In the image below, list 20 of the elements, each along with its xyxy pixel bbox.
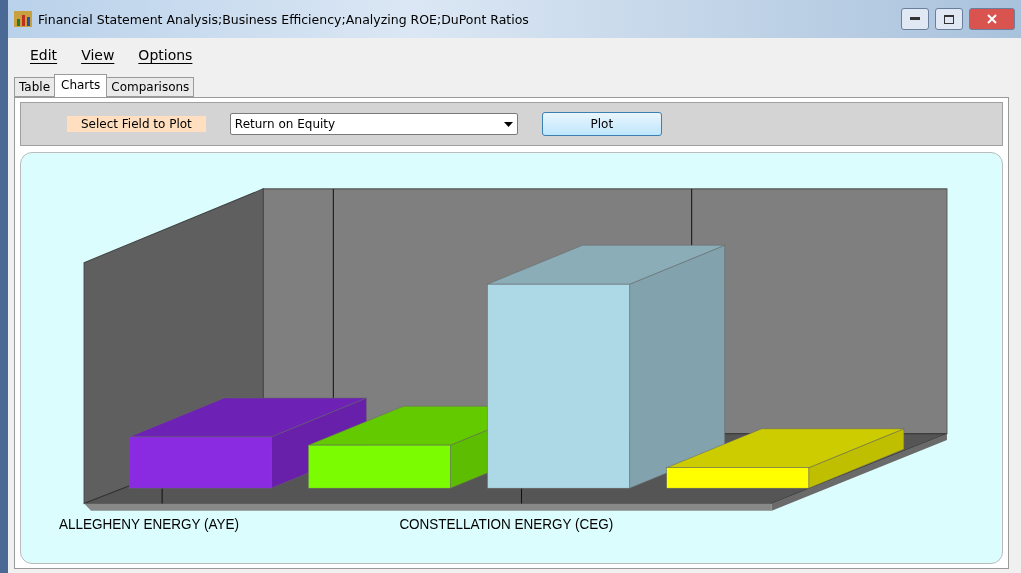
- category-label: ALLEGHENY ENERGY (AYE): [59, 517, 240, 533]
- category-label: CONSTELLATION ENERGY (CEG): [399, 517, 614, 533]
- window-title: Financial Statement Analysis;Business Efficiency;Analyzing ROE;DuPont Ratios: [38, 11, 530, 27]
- tab[interactable]: Comparisons: [106, 77, 195, 97]
- maximize-icon: [944, 14, 954, 24]
- close-icon: [987, 14, 997, 24]
- plot-button[interactable]: Plot: [541, 112, 662, 136]
- menu-item[interactable]: View: [71, 47, 125, 63]
- minimize-icon: [910, 17, 920, 21]
- maximize-button[interactable]: [935, 8, 963, 30]
- minimize-button[interactable]: [901, 8, 929, 30]
- tab[interactable]: Table: [14, 77, 56, 97]
- tab[interactable]: Charts: [54, 74, 108, 97]
- menu-item[interactable]: Options: [128, 47, 203, 63]
- close-button[interactable]: [969, 8, 1015, 30]
- field-dropdown[interactable]: Return on Equity: [229, 113, 518, 135]
- chart-icon: [14, 11, 32, 27]
- caret-icon: [503, 121, 513, 127]
- field-label: Select Field to Plot: [67, 116, 206, 132]
- menu-item[interactable]: Edit: [20, 47, 68, 63]
